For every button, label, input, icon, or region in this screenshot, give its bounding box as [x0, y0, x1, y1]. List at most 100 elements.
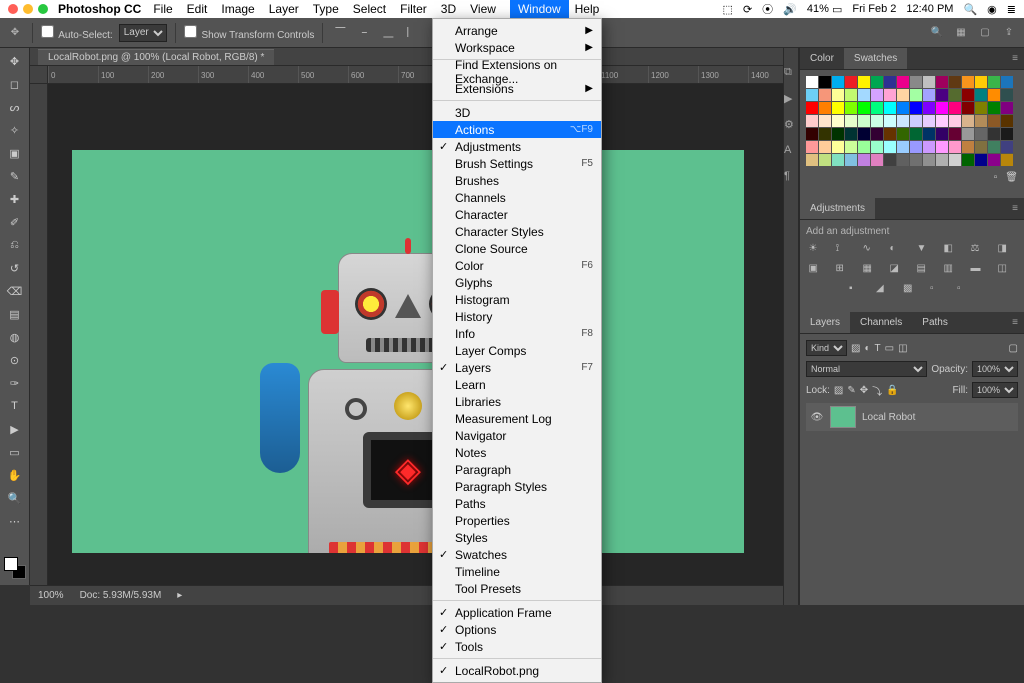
swatch[interactable]: [936, 154, 948, 166]
swatch[interactable]: [1001, 128, 1013, 140]
hand-tool[interactable]: ✋: [2, 464, 28, 486]
delete-swatch-icon[interactable]: 🗑: [1005, 172, 1018, 183]
menubar-item-image[interactable]: Image: [221, 2, 254, 16]
menubar-item-edit[interactable]: Edit: [187, 2, 208, 16]
window-menu-item-layer-comps[interactable]: Layer Comps: [433, 342, 601, 359]
swatches-panel-menu-icon[interactable]: ≡: [1006, 48, 1024, 69]
close-window-button[interactable]: [8, 4, 18, 14]
window-menu-item-3d[interactable]: 3D: [433, 104, 601, 121]
swatch[interactable]: [962, 115, 974, 127]
swatch[interactable]: [858, 154, 870, 166]
hue-adjust-icon[interactable]: ◧: [944, 243, 962, 257]
gradient-tool[interactable]: ▤: [2, 303, 28, 325]
levels-adjust-icon[interactable]: ⟟: [836, 243, 854, 257]
window-menu-item-options[interactable]: ✓Options: [433, 621, 601, 638]
swatch[interactable]: [923, 76, 935, 88]
layers-panel-menu-icon[interactable]: ≡: [1006, 312, 1024, 333]
menubar-item-filter[interactable]: Filter: [400, 2, 427, 16]
swatch[interactable]: [845, 89, 857, 101]
swatch[interactable]: [819, 115, 831, 127]
siri-icon[interactable]: ◉: [987, 3, 997, 16]
window-menu-item-find-extensions-on-exchange-[interactable]: Find Extensions on Exchange...: [433, 63, 601, 80]
window-menu-item-workspace[interactable]: Workspace▶: [433, 39, 601, 56]
swatch[interactable]: [910, 154, 922, 166]
swatch[interactable]: [832, 115, 844, 127]
swatch[interactable]: [858, 141, 870, 153]
adjustments-tab[interactable]: Adjustments: [800, 198, 875, 219]
window-menu-item-properties[interactable]: Properties: [433, 512, 601, 529]
swatch[interactable]: [975, 115, 987, 127]
swatch[interactable]: [884, 141, 896, 153]
swatch[interactable]: [819, 154, 831, 166]
threshold-adjust-icon[interactable]: ▥: [944, 263, 962, 277]
swatch[interactable]: [923, 141, 935, 153]
adjustments-panel-menu-icon[interactable]: ≡: [1006, 198, 1024, 219]
swatch[interactable]: [871, 128, 883, 140]
swatch[interactable]: [845, 154, 857, 166]
swatch[interactable]: [962, 154, 974, 166]
brush-tool[interactable]: ✐: [2, 211, 28, 233]
swatch[interactable]: [832, 141, 844, 153]
layer-visibility-icon[interactable]: 👁: [810, 412, 824, 423]
swatch[interactable]: [923, 115, 935, 127]
color-lookup-adjust-icon[interactable]: ▦: [863, 263, 881, 277]
swatch[interactable]: [871, 141, 883, 153]
swatch[interactable]: [975, 102, 987, 114]
search-icon[interactable]: 🔍: [928, 24, 946, 42]
swatch[interactable]: [806, 128, 818, 140]
brightness-adjust-icon[interactable]: ☀: [809, 243, 827, 257]
swatch[interactable]: [962, 102, 974, 114]
history-brush-tool[interactable]: ↺: [2, 257, 28, 279]
menubar-item-file[interactable]: File: [153, 2, 172, 16]
window-menu-item-adjustments[interactable]: ✓Adjustments: [433, 138, 601, 155]
spotlight-icon[interactable]: 🔍: [963, 3, 977, 16]
wifi-icon[interactable]: ⦿: [762, 1, 773, 17]
lock-all-icon[interactable]: 🔒: [886, 385, 898, 396]
swatch[interactable]: [1001, 115, 1013, 127]
auto-select-checkbox[interactable]: Auto-Select:: [41, 25, 113, 41]
swatch[interactable]: [832, 76, 844, 88]
filter-toggle[interactable]: ▢: [1009, 343, 1018, 354]
dropbox-icon[interactable]: ⬚: [723, 3, 733, 16]
filter-shape-icon[interactable]: ▭: [885, 343, 894, 354]
paths-tab[interactable]: Paths: [912, 312, 958, 333]
swatch[interactable]: [988, 89, 1000, 101]
window-menu-item-arrange[interactable]: Arrange▶: [433, 22, 601, 39]
window-menu-item-timeline[interactable]: Timeline: [433, 563, 601, 580]
swatch[interactable]: [871, 89, 883, 101]
swatch[interactable]: [936, 115, 948, 127]
swatch[interactable]: [910, 128, 922, 140]
properties-panel-icon[interactable]: ⚙: [784, 118, 798, 132]
maximize-window-button[interactable]: [38, 4, 48, 14]
new-swatch-icon[interactable]: ▫: [994, 172, 998, 183]
swatch[interactable]: [858, 128, 870, 140]
window-menu-item-character-styles[interactable]: Character Styles: [433, 223, 601, 240]
zoom-tool[interactable]: 🔍: [2, 487, 28, 509]
swatch[interactable]: [1001, 76, 1013, 88]
battery-indicator[interactable]: 41% ▭: [807, 3, 842, 16]
pattern-fill-adjust-icon[interactable]: ▩: [903, 283, 921, 297]
window-menu-item-clone-source[interactable]: Clone Source: [433, 240, 601, 257]
swatch[interactable]: [832, 154, 844, 166]
swatch[interactable]: [806, 89, 818, 101]
swatch[interactable]: [819, 102, 831, 114]
align-vcenter-icon[interactable]: ⎯: [355, 24, 373, 42]
window-menu-item-tool-presets[interactable]: Tool Presets: [433, 580, 601, 597]
swatch[interactable]: [806, 141, 818, 153]
document-tab[interactable]: LocalRobot.png @ 100% (Local Robot, RGB/…: [38, 49, 274, 65]
swatch[interactable]: [962, 141, 974, 153]
swatch[interactable]: [988, 128, 1000, 140]
swatch[interactable]: [897, 89, 909, 101]
swatch[interactable]: [975, 128, 987, 140]
swatch[interactable]: [988, 102, 1000, 114]
swatch[interactable]: [1001, 154, 1013, 166]
menubar-item-help[interactable]: Help: [575, 2, 600, 16]
fill-field[interactable]: 100%: [972, 382, 1018, 398]
window-menu-item-channels[interactable]: Channels: [433, 189, 601, 206]
move-tool[interactable]: ✥: [2, 50, 28, 72]
window-menu-item-swatches[interactable]: ✓Swatches: [433, 546, 601, 563]
layer-thumbnail[interactable]: [830, 406, 856, 428]
swatch[interactable]: [832, 102, 844, 114]
exposure-adjust-icon[interactable]: ◐: [890, 243, 908, 257]
swatch[interactable]: [962, 128, 974, 140]
